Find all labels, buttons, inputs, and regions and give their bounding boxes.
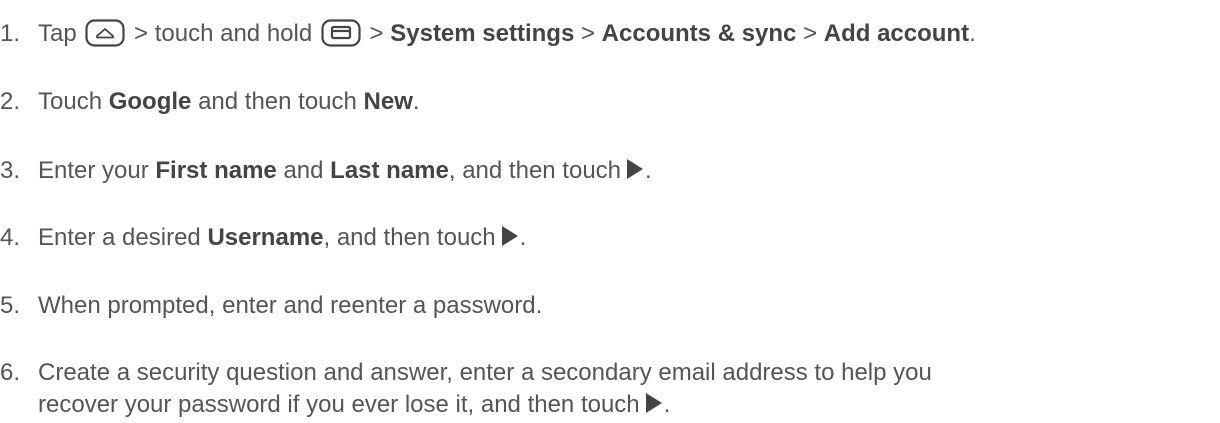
step-number: 3. bbox=[0, 157, 21, 184]
step-text-segment: Create a security question and answer, e… bbox=[38, 359, 932, 386]
step-text-segment: > bbox=[803, 20, 818, 47]
next-arrow-icon bbox=[625, 157, 645, 179]
next-arrow-icon bbox=[500, 224, 520, 246]
step-text: Enter a desired Username, and then touch… bbox=[38, 222, 526, 254]
step-number: 5. bbox=[0, 292, 21, 319]
step-text-segment: When prompted, enter and reenter a passw… bbox=[38, 292, 543, 319]
step-text: Enter your First name and Last name, and… bbox=[38, 155, 652, 187]
step-number: 1. bbox=[0, 20, 21, 47]
step-text: When prompted, enter and reenter a passw… bbox=[38, 290, 542, 322]
field-username: Username bbox=[207, 224, 324, 251]
step-text: recover your password if you ever lose i… bbox=[38, 389, 670, 421]
menu-item-system-settings: System settings bbox=[390, 20, 575, 47]
recent-apps-key-icon bbox=[321, 19, 361, 47]
step-text-segment: , and then touch bbox=[323, 224, 496, 251]
step-text-segment: . bbox=[412, 88, 420, 115]
step-text-segment: . bbox=[969, 20, 976, 47]
step-text: Tap > touch and hold > System settings >… bbox=[38, 18, 976, 50]
menu-item-accounts-sync: Accounts & sync bbox=[601, 20, 797, 47]
step-text-segment: , and then touch bbox=[448, 157, 622, 184]
step-number: 6. bbox=[0, 359, 21, 386]
step-number: 2. bbox=[0, 88, 21, 115]
step-text-segment: Tap bbox=[38, 20, 77, 47]
step-text-segment: Touch bbox=[38, 88, 103, 115]
step-text-segment: . bbox=[645, 157, 652, 184]
step-text-segment: . bbox=[663, 391, 671, 418]
step-text-segment: Enter your bbox=[38, 157, 149, 184]
step-text-segment: > bbox=[580, 20, 595, 47]
step-number: 4. bbox=[0, 224, 21, 251]
field-first-name: First name bbox=[155, 157, 277, 184]
home-key-icon bbox=[85, 19, 125, 47]
step-text-segment: recover your password if you ever lose i… bbox=[38, 391, 640, 418]
option-new: New bbox=[363, 88, 413, 115]
step-text-segment: and bbox=[283, 157, 324, 184]
step-text: Touch Google and then touch New. bbox=[38, 86, 420, 118]
field-last-name: Last name bbox=[330, 157, 449, 184]
step-text-segment: > touch and hold bbox=[134, 20, 313, 47]
step-text-segment: . bbox=[519, 224, 527, 251]
next-arrow-icon bbox=[644, 391, 664, 413]
step-text-segment: Enter a desired bbox=[38, 224, 201, 251]
step-text-segment: and then touch bbox=[198, 88, 357, 115]
menu-item-add-account: Add account bbox=[823, 20, 970, 47]
step-text: Create a security question and answer, e… bbox=[38, 357, 932, 389]
option-google: Google bbox=[108, 88, 192, 115]
step-text-segment: > bbox=[369, 20, 384, 47]
